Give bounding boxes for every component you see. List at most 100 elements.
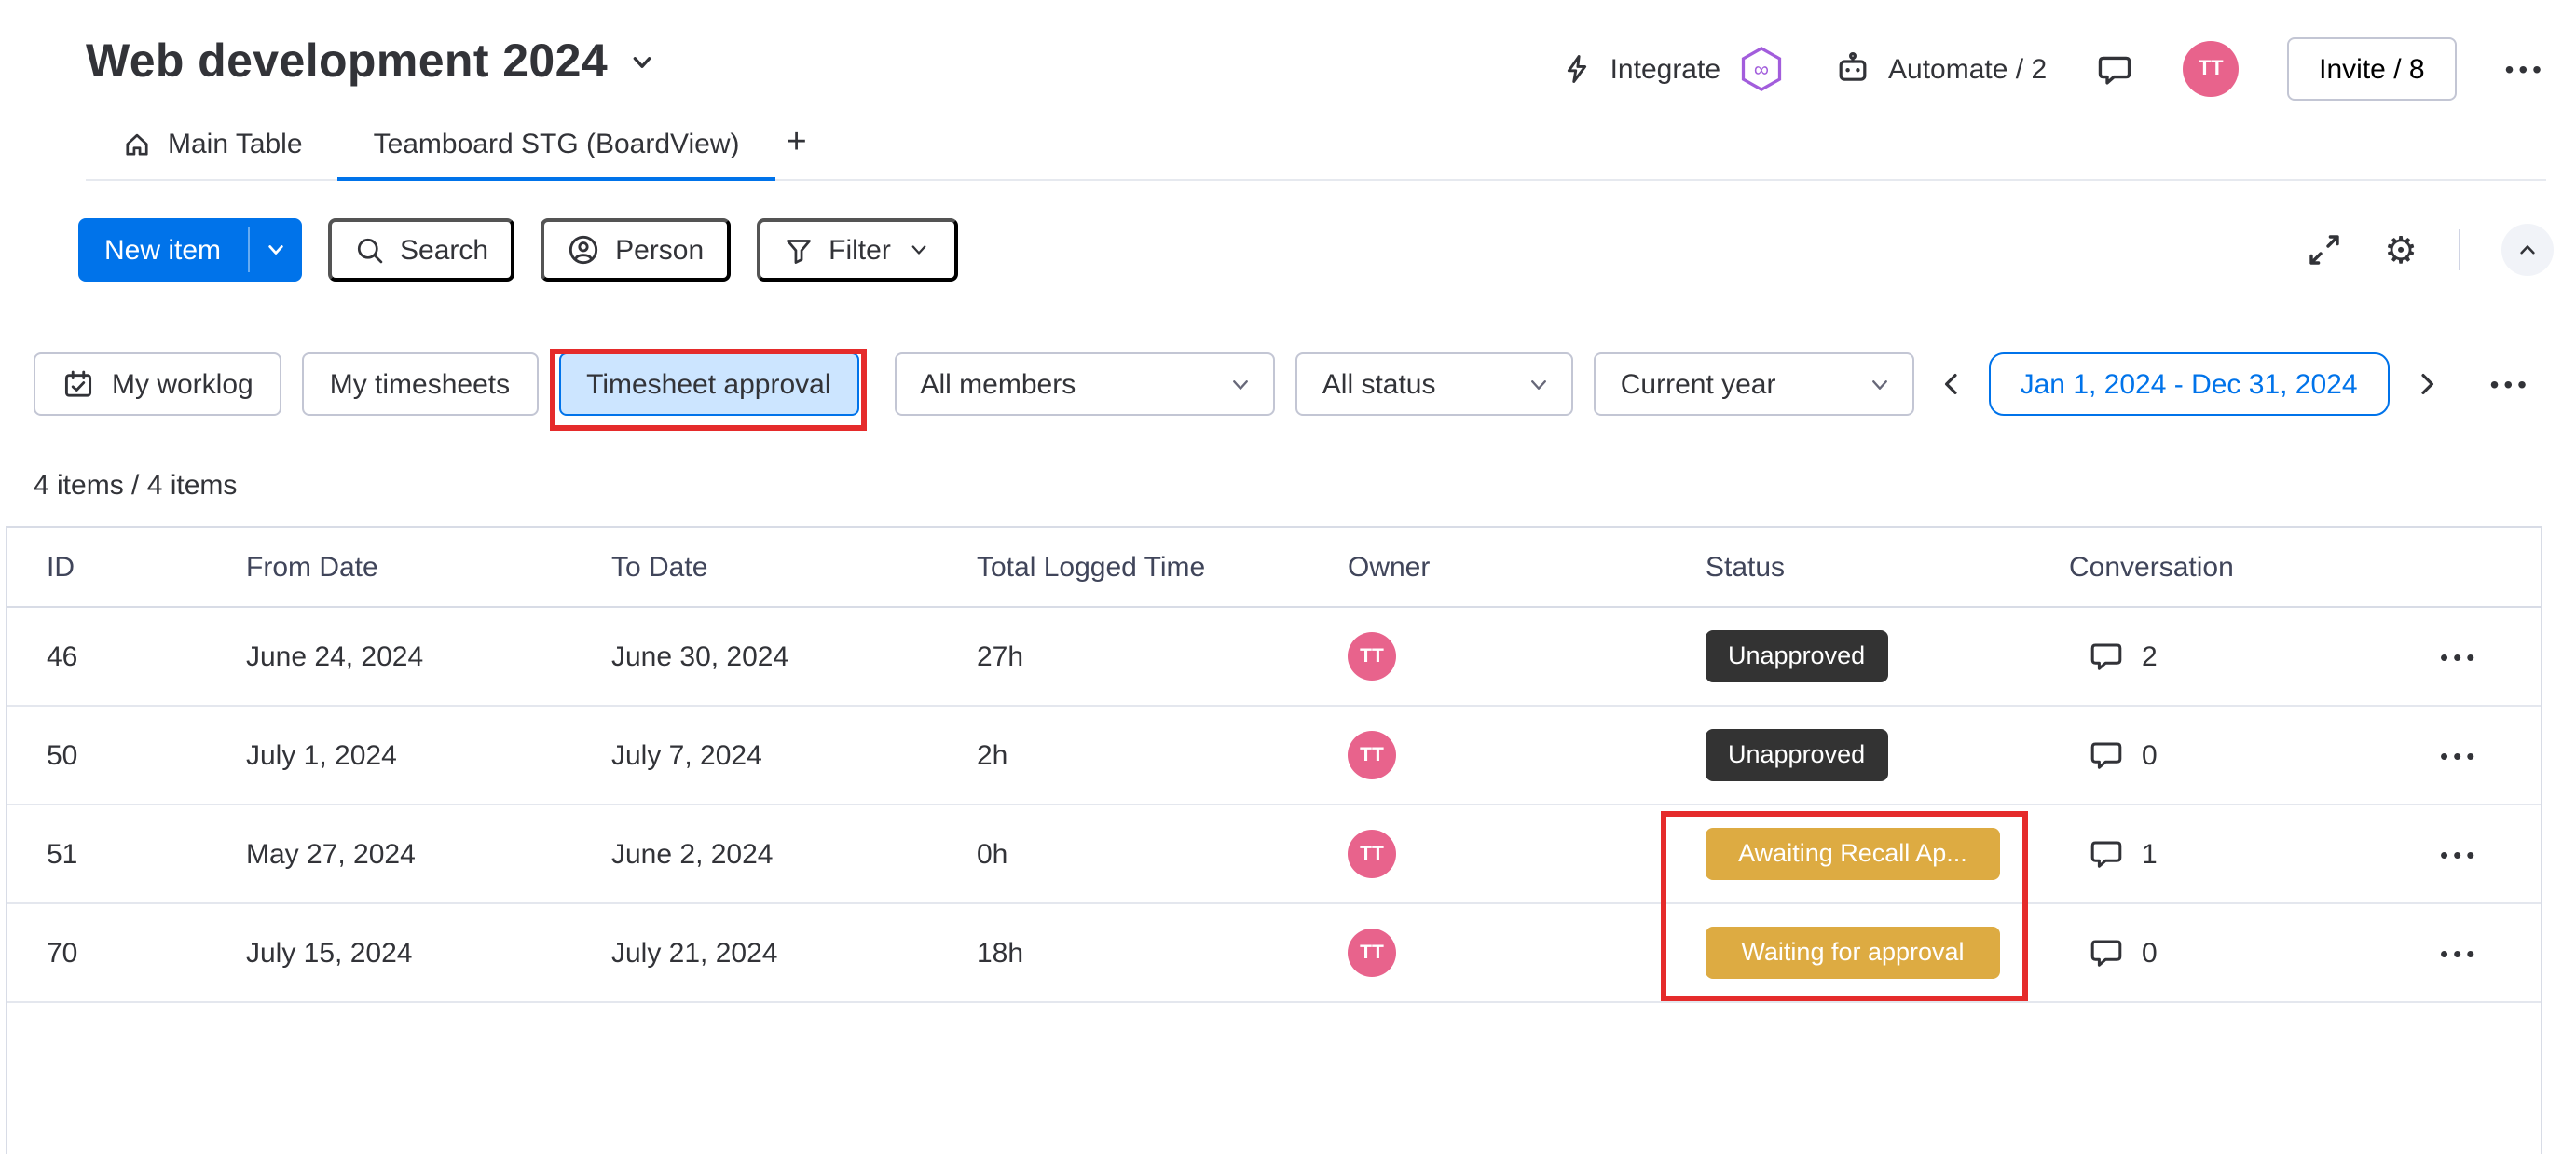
- conversation-bubble-icon[interactable]: [2088, 638, 2125, 675]
- column-header-to-date[interactable]: To Date: [611, 551, 977, 583]
- cell-from-date: July 1, 2024: [246, 739, 397, 771]
- fullscreen-icon[interactable]: [2306, 231, 2343, 268]
- owner-avatar[interactable]: TT: [1348, 731, 1396, 779]
- board-title-row: Web development 2024: [86, 35, 658, 89]
- chevron-left-icon: [1944, 374, 1957, 394]
- filter-button[interactable]: Filter: [756, 218, 958, 282]
- cell-total-logged-time: 18h: [977, 937, 1024, 969]
- cell-id: 70: [47, 937, 78, 969]
- owner-avatar[interactable]: TT: [1348, 929, 1396, 977]
- tab-main-table-label: Main Table: [168, 129, 303, 160]
- header-actions: Integrate ∞ Automate / 2 TT Invite / 8 •…: [1560, 37, 2546, 101]
- integrate-label: Integrate: [1610, 53, 1721, 85]
- add-view-button[interactable]: +: [775, 123, 829, 179]
- my-worklog-button[interactable]: My worklog: [34, 352, 281, 416]
- cell-id: 46: [47, 640, 78, 672]
- conversation-count: 0: [2142, 739, 2158, 771]
- collapse-toolbar-button[interactable]: [2501, 224, 2554, 276]
- home-icon: [126, 133, 148, 156]
- cell-id: 50: [47, 739, 78, 771]
- cell-id: 51: [47, 838, 78, 870]
- page-title: Web development 2024: [86, 35, 609, 88]
- integrations-hexagon-badge-icon: ∞: [1741, 47, 1782, 91]
- new-item-label[interactable]: New item: [78, 218, 247, 282]
- conversation-bubble-icon[interactable]: [2088, 736, 2125, 774]
- automate-button[interactable]: Automate / 2: [1834, 50, 2047, 88]
- svg-text:∞: ∞: [1754, 57, 1769, 81]
- person-label: Person: [615, 234, 705, 266]
- table-row[interactable]: 70 July 15, 2024 July 21, 2024 18h TT Wa…: [7, 904, 2541, 1003]
- status-badge[interactable]: Unapproved: [1706, 630, 1888, 682]
- cell-from-date: May 27, 2024: [246, 838, 416, 870]
- next-period-button[interactable]: [2410, 367, 2444, 401]
- row-menu-icon[interactable]: •••: [2440, 939, 2479, 967]
- column-header-status[interactable]: Status: [1706, 551, 2069, 583]
- conversation-bubble-icon[interactable]: [2088, 835, 2125, 873]
- row-menu-icon[interactable]: •••: [2440, 642, 2479, 670]
- status-badge[interactable]: Unapproved: [1706, 729, 1888, 781]
- row-menu-icon[interactable]: •••: [2440, 741, 2479, 769]
- cell-from-date: June 24, 2024: [246, 640, 424, 672]
- tab-teamboard-stg-label: Teamboard STG (BoardView): [373, 129, 740, 160]
- table-row[interactable]: 51 May 27, 2024 June 2, 2024 0h TT Await…: [7, 805, 2541, 904]
- column-header-id[interactable]: ID: [47, 551, 246, 583]
- person-filter-button[interactable]: Person: [541, 218, 731, 282]
- status-dropdown-value: All status: [1322, 368, 1436, 400]
- conversation-bubble-icon[interactable]: [2088, 934, 2125, 971]
- table-row[interactable]: 46 June 24, 2024 June 30, 2024 27h TT Un…: [7, 608, 2541, 707]
- invite-button[interactable]: Invite / 8: [2287, 37, 2457, 101]
- my-timesheets-button[interactable]: My timesheets: [301, 352, 539, 416]
- status-badge[interactable]: Waiting for approval: [1706, 927, 2000, 979]
- cell-to-date: July 21, 2024: [611, 937, 778, 969]
- members-dropdown[interactable]: All members: [894, 352, 1276, 416]
- previous-period-button[interactable]: [1935, 367, 1968, 401]
- chevron-up-icon: [2520, 245, 2535, 255]
- table-header-row: ID From Date To Date Total Logged Time O…: [7, 528, 2541, 608]
- timesheet-approval-button[interactable]: Timesheet approval: [549, 349, 867, 431]
- owner-avatar[interactable]: TT: [1348, 632, 1396, 681]
- filter-row-menu-icon[interactable]: •••: [2490, 371, 2531, 397]
- integrate-button[interactable]: Integrate ∞: [1560, 45, 1786, 93]
- calendar-check-icon: [64, 370, 92, 397]
- cell-total-logged-time: 0h: [977, 838, 1008, 870]
- period-dropdown-value: Current year: [1620, 368, 1776, 400]
- robot-icon: [1839, 51, 1867, 81]
- column-header-conversation[interactable]: Conversation: [2069, 551, 2436, 583]
- integrate-icon: [1567, 55, 1586, 83]
- date-range-button[interactable]: Jan 1, 2024 - Dec 31, 2024: [1988, 352, 2390, 416]
- gear-icon[interactable]: ⚙: [2384, 231, 2418, 268]
- status-dropdown[interactable]: All status: [1295, 352, 1574, 416]
- timesheet-approval-label: Timesheet approval: [586, 368, 831, 400]
- board-view-app: Web development 2024 Integrate ∞ Automat…: [0, 0, 2576, 1156]
- tab-main-table[interactable]: Main Table: [86, 129, 338, 179]
- chat-bubble-icon[interactable]: [2095, 49, 2134, 89]
- search-icon: [356, 237, 382, 263]
- owner-avatar[interactable]: TT: [1348, 830, 1396, 878]
- user-avatar[interactable]: TT: [2183, 41, 2240, 97]
- automate-label: Automate / 2: [1888, 53, 2048, 85]
- row-menu-icon[interactable]: •••: [2440, 840, 2479, 868]
- toolbar-divider: [2459, 229, 2460, 270]
- cell-to-date: July 7, 2024: [611, 739, 762, 771]
- chevron-down-icon: [1233, 379, 1249, 389]
- chevron-right-icon: [2420, 374, 2433, 394]
- board-title-chevron-icon[interactable]: [626, 47, 658, 78]
- column-header-total-logged-time[interactable]: Total Logged Time: [977, 551, 1348, 583]
- toolbar-right: ⚙: [2306, 224, 2554, 276]
- period-dropdown[interactable]: Current year: [1594, 352, 1914, 416]
- new-item-split-button[interactable]: New item: [78, 218, 302, 282]
- filter-label: Filter: [829, 234, 891, 266]
- column-header-from-date[interactable]: From Date: [246, 551, 611, 583]
- new-item-chevron-icon[interactable]: [249, 218, 301, 282]
- search-button[interactable]: Search: [327, 218, 515, 282]
- filter-chevron-icon: [911, 245, 926, 255]
- table-row[interactable]: 50 July 1, 2024 July 7, 2024 2h TT Unapp…: [7, 707, 2541, 805]
- column-header-owner[interactable]: Owner: [1348, 551, 1706, 583]
- chevron-down-icon: [1871, 379, 1887, 389]
- tab-teamboard-stg[interactable]: Teamboard STG (BoardView): [337, 129, 775, 181]
- cell-to-date: June 30, 2024: [611, 640, 789, 672]
- status-badge[interactable]: Awaiting Recall Ap...: [1706, 828, 2000, 880]
- board-menu-icon[interactable]: •••: [2505, 56, 2546, 82]
- chevron-down-icon: [1531, 379, 1547, 389]
- table-body: 46 June 24, 2024 June 30, 2024 27h TT Un…: [7, 608, 2541, 1003]
